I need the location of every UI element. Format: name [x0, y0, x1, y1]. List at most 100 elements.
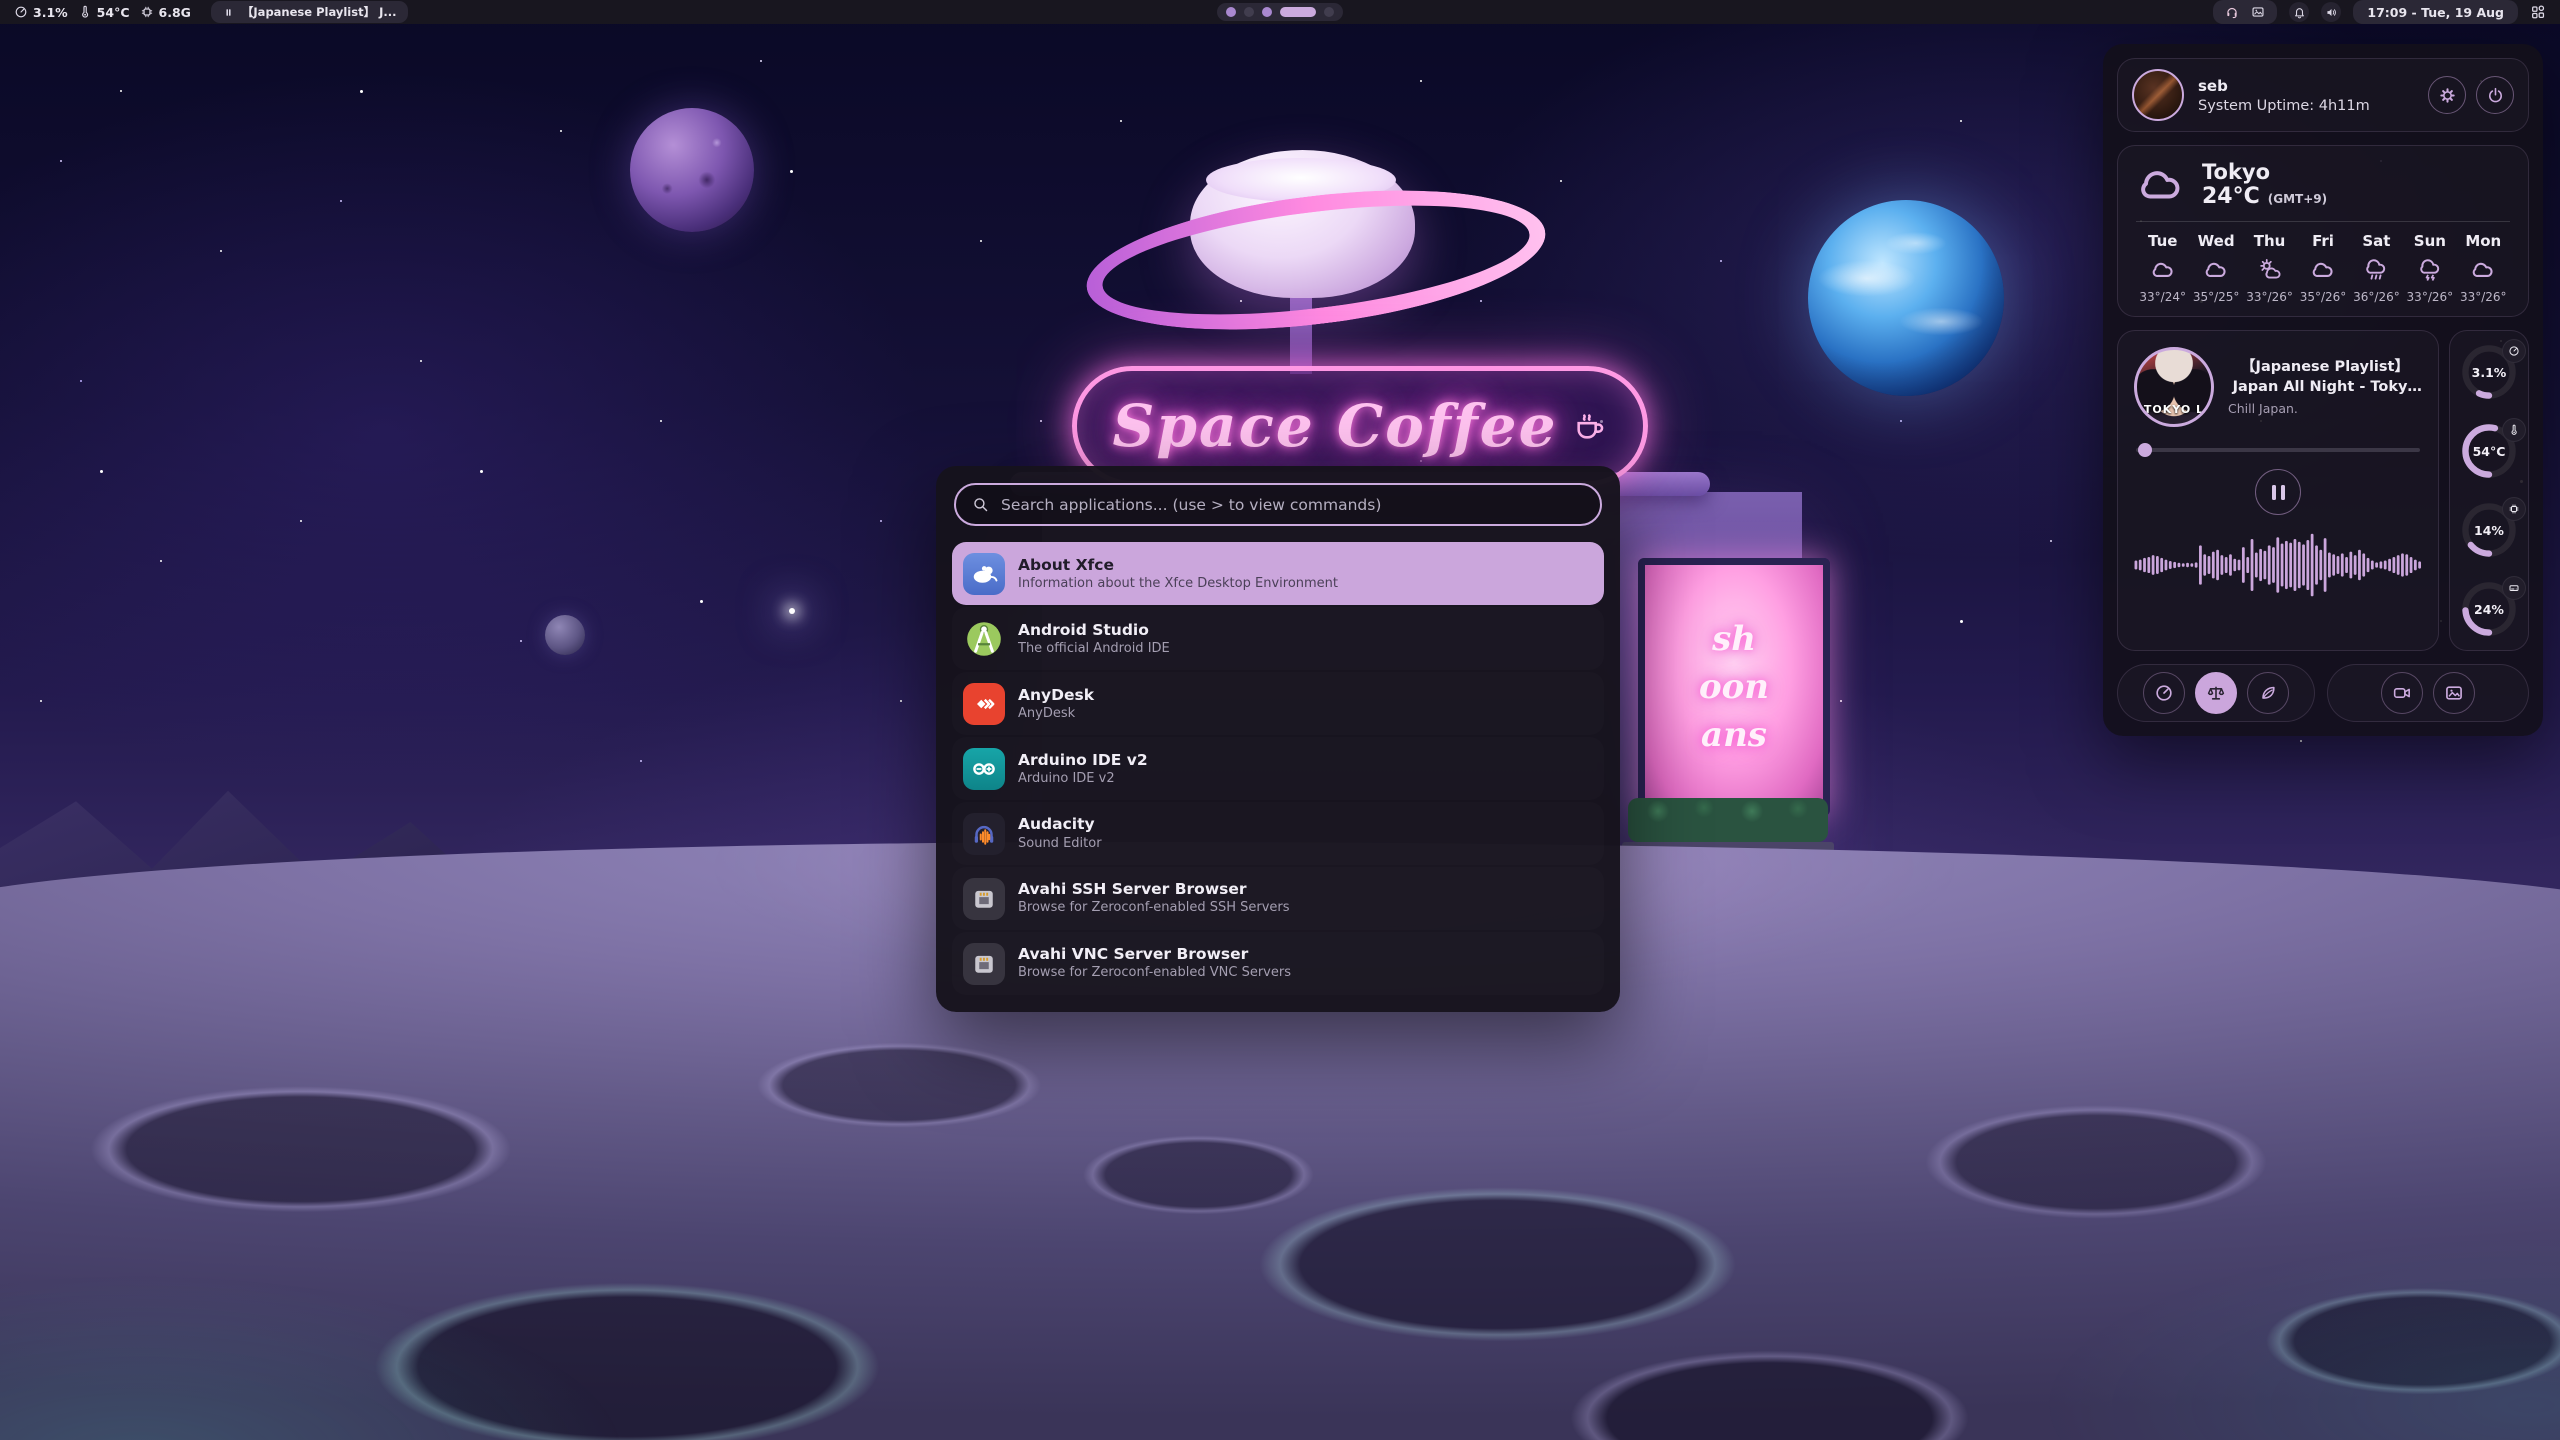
cpu-gauge: 3.1%	[2460, 343, 2518, 401]
chip-icon	[2502, 497, 2526, 521]
list-item-arduino[interactable]: Arduino IDE v2 Arduino IDE v2	[952, 737, 1604, 800]
forecast-day: Tue	[2136, 232, 2189, 250]
earth-planet	[1808, 200, 2004, 396]
gear-icon	[2438, 86, 2457, 105]
search-box[interactable]	[954, 483, 1602, 526]
screenshot-button[interactable]	[2433, 672, 2475, 714]
album-art: TOKYO L	[2134, 347, 2214, 427]
pause-button[interactable]	[2255, 469, 2301, 515]
apps-grid-icon[interactable]	[2530, 4, 2546, 20]
headset-tray-icon[interactable]	[2225, 5, 2239, 19]
disk-gauge: 24%	[2460, 580, 2518, 638]
image-icon	[2444, 683, 2464, 703]
divider	[2136, 221, 2510, 222]
memory-gauge: 14%	[2460, 501, 2518, 559]
app-description: AnyDesk	[1018, 707, 1094, 721]
cpu-usage-value: 3.1%	[33, 5, 68, 20]
volume-button[interactable]	[2321, 2, 2341, 22]
thermometer-icon	[2502, 418, 2526, 442]
window-neon-text: ans	[1701, 715, 1767, 755]
weather-temperature: 24°C	[2202, 184, 2260, 209]
list-item-audacity[interactable]: Audacity Sound Editor	[952, 802, 1604, 865]
media-player-card: TOKYO L 【Japanese Playlist】 Japan All Ni…	[2117, 330, 2439, 651]
storm-icon	[2403, 257, 2456, 283]
memory-value: 6.8G	[159, 5, 191, 20]
forecast-day: Wed	[2189, 232, 2242, 250]
system-uptime: System Uptime: 4h11m	[2198, 98, 2370, 114]
app-title: About Xfce	[1018, 557, 1338, 574]
power-icon	[2486, 86, 2505, 105]
cpu-temp-value: 54°C	[97, 5, 130, 20]
sun-cloud-icon	[2243, 257, 2296, 283]
power-button[interactable]	[2476, 76, 2514, 114]
notifications-button[interactable]	[2289, 2, 2309, 22]
app-title: Avahi SSH Server Browser	[1018, 881, 1290, 898]
coffee-shop-window: sh oon ans	[1638, 558, 1830, 816]
forecast-temps: 35°/26°	[2296, 290, 2349, 304]
seek-knob[interactable]	[2138, 443, 2152, 457]
settings-button[interactable]	[2428, 76, 2466, 114]
list-item-avahi-ssh[interactable]: Avahi SSH Server Browser Browse for Zero…	[952, 867, 1604, 930]
app-description: The official Android IDE	[1018, 642, 1170, 656]
saturn-ring	[1079, 168, 1553, 351]
workspace-indicator[interactable]	[1217, 3, 1343, 21]
cloud-icon	[2296, 257, 2349, 283]
list-item-avahi-vnc[interactable]: Avahi VNC Server Browser Browse for Zero…	[952, 932, 1604, 995]
top-bar: 3.1% 54°C 6.8G 【Japanese Playlist】 J...	[0, 0, 2560, 24]
list-item-about-xfce[interactable]: About Xfce Information about the Xfce De…	[952, 542, 1604, 605]
workspace-dot-3[interactable]	[1262, 7, 1272, 17]
system-tray[interactable]	[2213, 0, 2277, 24]
neon-cup-icon	[1573, 409, 1607, 443]
speaker-icon	[2325, 6, 2338, 19]
widgets-panel: seb System Uptime: 4h11m Tokyo 24°C (GMT…	[2103, 44, 2543, 736]
cpu-temp-stat: 54°C	[78, 5, 130, 20]
list-item-android-studio[interactable]: Android Studio The official Android IDE	[952, 607, 1604, 670]
hedge-planter	[1628, 798, 1828, 842]
anydesk-icon	[963, 683, 1005, 725]
purple-planet	[630, 108, 754, 232]
forecast-day: Thu	[2243, 232, 2296, 250]
clock-label: 17:09 - Tue, 19 Aug	[2367, 5, 2504, 20]
clock[interactable]: 17:09 - Tue, 19 Aug	[2353, 0, 2518, 24]
quick-toggles-left	[2117, 664, 2315, 722]
arduino-icon	[963, 748, 1005, 790]
pause-icon	[223, 7, 234, 18]
list-item-anydesk[interactable]: AnyDesk AnyDesk	[952, 672, 1604, 735]
forecast-day: Fri	[2296, 232, 2349, 250]
window-neon-text: oon	[1699, 667, 1769, 707]
album-art-text: TOKYO L	[2137, 403, 2211, 416]
forecast-row: Tue Wed Thu Fri Sat Sun Mon 33°/24° 35°/…	[2136, 232, 2510, 304]
waveform	[2134, 523, 2422, 607]
image-tray-icon[interactable]	[2251, 5, 2265, 19]
balanced-mode-button[interactable]	[2195, 672, 2237, 714]
search-input[interactable]	[999, 495, 1584, 515]
workspace-dot-5[interactable]	[1324, 7, 1334, 17]
seek-bar[interactable]	[2136, 443, 2420, 457]
screen-record-button[interactable]	[2381, 672, 2423, 714]
cloud-icon	[2457, 257, 2510, 283]
thermometer-icon	[78, 5, 92, 19]
desktop: sh oon ans Space Coffee 3.1% 54°C	[0, 0, 2560, 1440]
forecast-temps: 36°/26°	[2350, 290, 2403, 304]
memory-stat: 6.8G	[140, 5, 191, 20]
weather-card: Tokyo 24°C (GMT+9) Tue Wed Thu Fri Sat S…	[2117, 145, 2529, 317]
speedometer-icon	[2502, 339, 2526, 363]
bell-icon	[2293, 6, 2306, 19]
powersave-mode-button[interactable]	[2247, 672, 2289, 714]
app-title: Android Studio	[1018, 622, 1170, 639]
system-stats: 3.1% 54°C 6.8G 【Japanese Playlist】 J...	[14, 1, 408, 23]
forecast-day: Sat	[2350, 232, 2403, 250]
now-playing-pill[interactable]: 【Japanese Playlist】 J...	[211, 1, 409, 23]
performance-mode-button[interactable]	[2143, 672, 2185, 714]
workspace-dot-2[interactable]	[1244, 7, 1254, 17]
forecast-temps: 33°/26°	[2457, 290, 2510, 304]
app-description: Information about the Xfce Desktop Envir…	[1018, 577, 1338, 591]
app-description: Arduino IDE v2	[1018, 772, 1148, 786]
workspace-dot-4-active[interactable]	[1280, 7, 1316, 17]
neon-sign-text: Space Coffee	[1113, 392, 1558, 460]
app-description: Sound Editor	[1018, 837, 1102, 851]
app-title: Arduino IDE v2	[1018, 752, 1148, 769]
small-moon	[545, 615, 585, 655]
chip-icon	[140, 5, 154, 19]
workspace-dot-1[interactable]	[1226, 7, 1236, 17]
